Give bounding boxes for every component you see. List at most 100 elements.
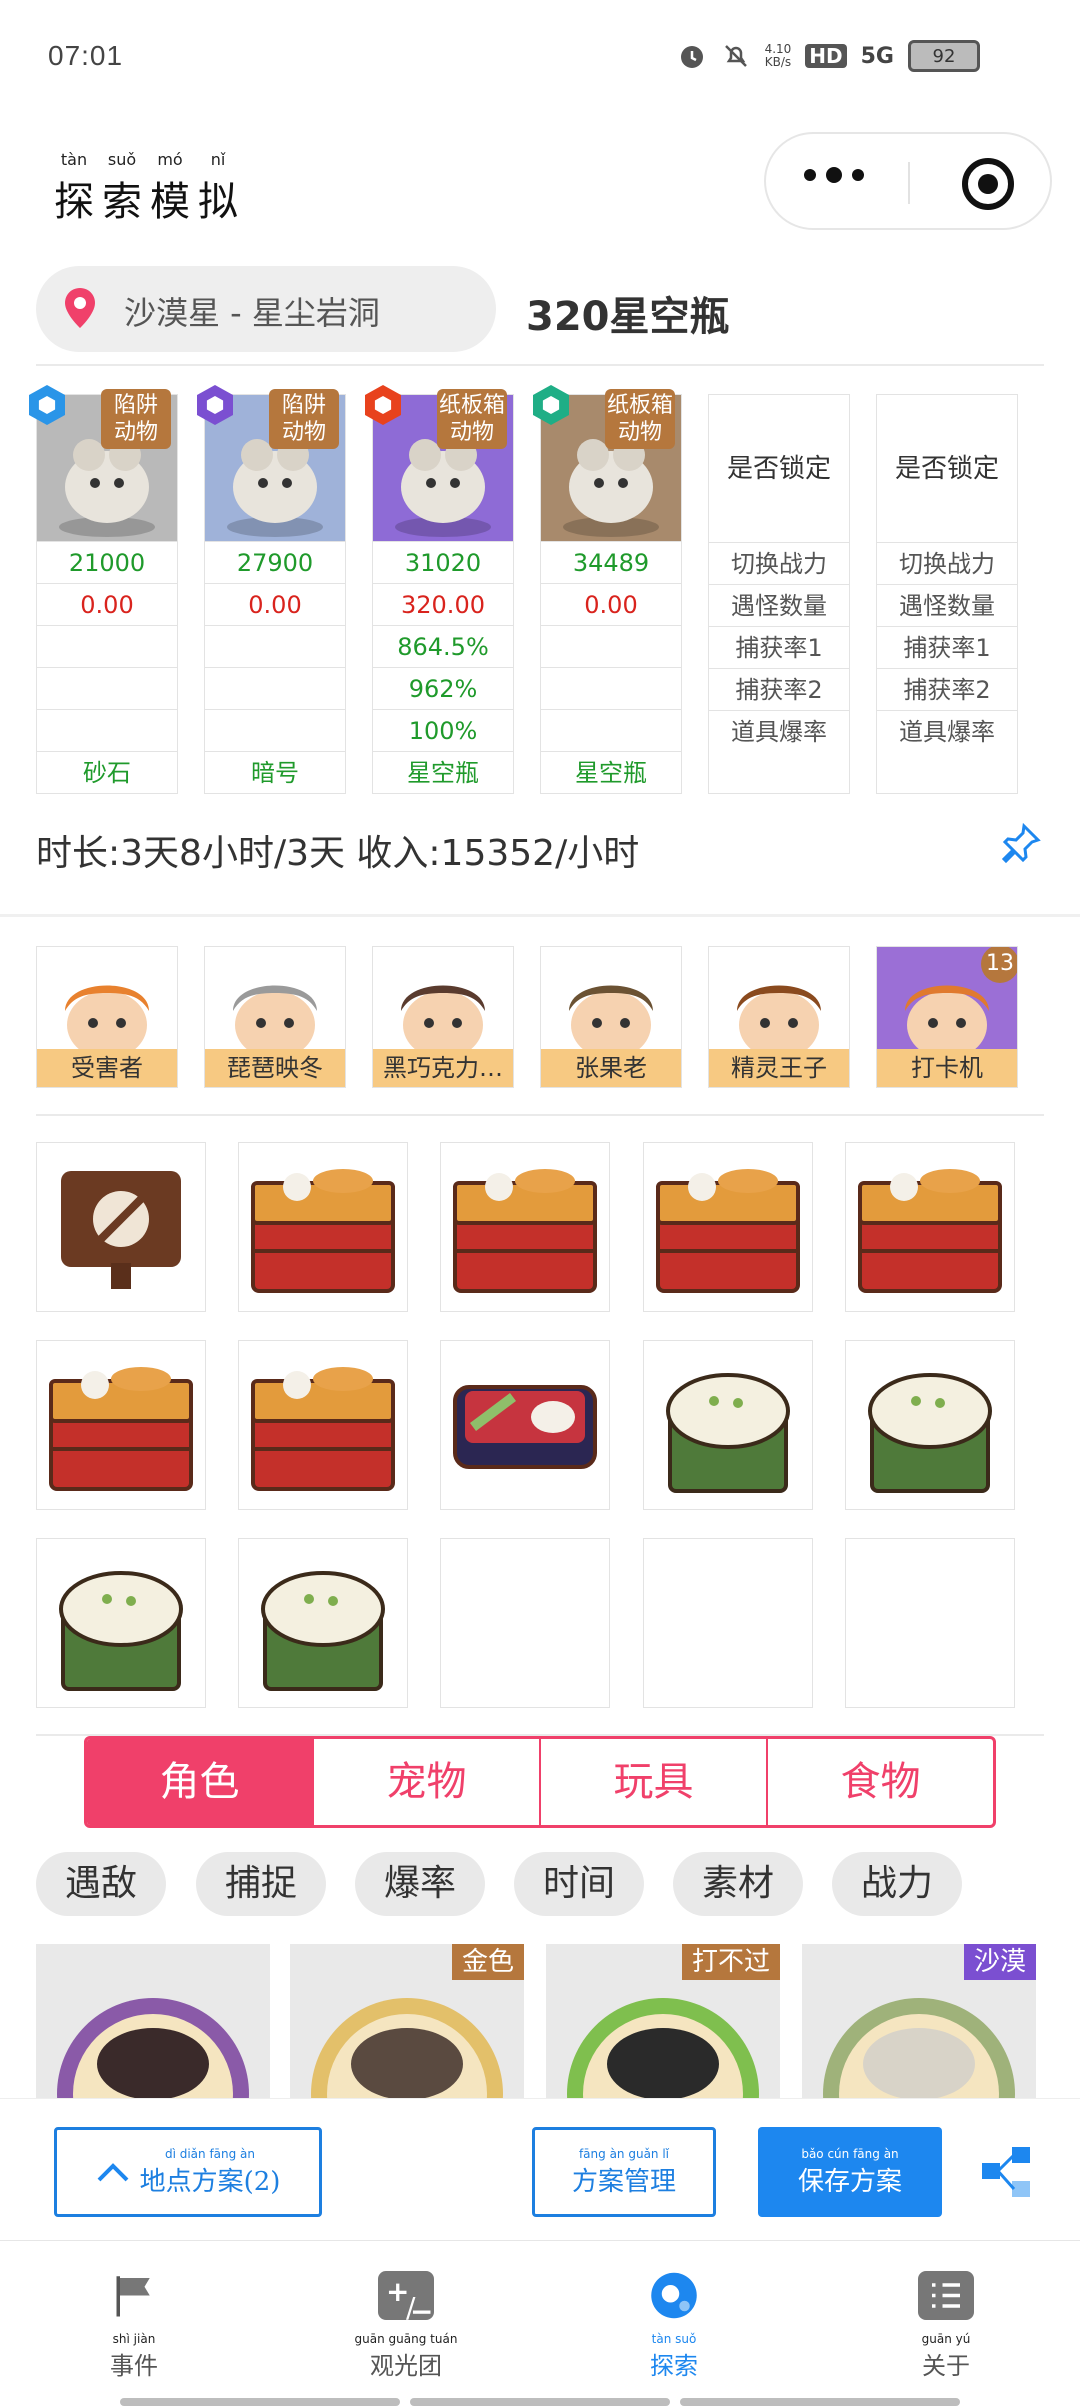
food-item-slot[interactable]	[643, 1340, 813, 1510]
food-item-slot[interactable]	[238, 1340, 408, 1510]
team-member-column[interactable]: 陷阱 动物 21000 0.00 砂石	[29, 385, 178, 794]
more-icon[interactable]	[804, 167, 864, 183]
food-item-slot[interactable]	[36, 1340, 206, 1510]
title-char: mó 模	[150, 150, 190, 225]
character-slot[interactable]: 受害者	[36, 946, 178, 1088]
power-value: 34489	[541, 541, 681, 583]
tab-food[interactable]: 食物	[766, 1739, 993, 1825]
character-name: 琵琶映冬	[205, 1049, 345, 1087]
nav-events[interactable]: shì jiàn 事件	[44, 2271, 224, 2381]
lock-title[interactable]: 是否锁定	[709, 395, 849, 543]
character-card[interactable]: 金色	[290, 1944, 524, 2104]
empty-slot[interactable]	[845, 1538, 1015, 1708]
tab-toy[interactable]: 玩具	[539, 1739, 766, 1825]
page-title: tàn 探 suǒ 索 mó 模 nǐ 拟	[54, 150, 238, 227]
nav-explore[interactable]: tàn suǒ 探索	[584, 2271, 764, 2381]
lock-option[interactable]: 遇怪数量	[709, 585, 849, 627]
capsule-divider	[908, 162, 910, 204]
character-name: 打卡机	[877, 1049, 1017, 1087]
filter-material[interactable]: 素材	[673, 1852, 803, 1916]
filter-encounter[interactable]: 遇敌	[36, 1852, 166, 1916]
character-slot[interactable]: 黑巧克力…	[372, 946, 514, 1088]
bento-icon	[858, 1169, 1002, 1293]
location-plan-button[interactable]: dì diǎn fāng àn 地点方案(2)	[54, 2127, 322, 2217]
filter-droprate[interactable]: 爆率	[355, 1852, 485, 1916]
battery-icon: 92	[908, 40, 980, 72]
lock-column[interactable]: 是否锁定 切换战力 遇怪数量 捕获率1 捕获率2 道具爆率	[708, 394, 850, 794]
food-item-slot[interactable]	[440, 1142, 610, 1312]
capture-rate-1	[205, 625, 345, 667]
filter-time[interactable]: 时间	[514, 1852, 644, 1916]
net-speed: 4.10 KB/s	[764, 42, 792, 69]
lock-title[interactable]: 是否锁定	[877, 395, 1017, 543]
lock-option[interactable]: 捕获率2	[877, 669, 1017, 711]
lock-option[interactable]: 遇怪数量	[877, 585, 1017, 627]
close-target-icon[interactable]	[962, 158, 1014, 210]
filter-capture[interactable]: 捕捉	[196, 1852, 326, 1916]
bento-box-icon	[453, 1385, 597, 1469]
no-food-icon	[61, 1171, 181, 1289]
character-card[interactable]: 打不过	[546, 1944, 780, 2104]
empty-slot[interactable]	[440, 1538, 610, 1708]
tab-pet[interactable]: 宠物	[312, 1739, 539, 1825]
lock-option[interactable]: 道具爆率	[877, 711, 1017, 753]
lock-option[interactable]: 切换战力	[877, 543, 1017, 585]
reward-label: 320星空瓶	[526, 294, 730, 340]
food-item-slot[interactable]	[36, 1538, 206, 1708]
food-item-slot[interactable]	[238, 1538, 408, 1708]
alarm-icon	[680, 46, 703, 68]
capture-rate-2	[541, 667, 681, 709]
card-tag: 沙漠	[963, 1944, 1036, 1980]
food-item-slot[interactable]	[36, 1142, 206, 1312]
save-plan-button[interactable]: bǎo cún fāng àn 保存方案	[758, 2127, 942, 2217]
character-slot[interactable]: 张果老	[540, 946, 682, 1088]
lock-option[interactable]: 捕获率2	[709, 669, 849, 711]
nav-tour-group[interactable]: + / − guān guāng tuán 观光团	[316, 2271, 496, 2381]
food-item-slot[interactable]	[845, 1340, 1015, 1510]
lock-option[interactable]: 道具爆率	[709, 711, 849, 753]
filter-power[interactable]: 战力	[832, 1852, 962, 1916]
drop-item: 星空瓶	[373, 751, 513, 793]
action-bar: dì diǎn fāng àn 地点方案(2) fāng àn guǎn lǐ 方案…	[0, 2098, 1080, 2238]
food-item-slot[interactable]	[643, 1142, 813, 1312]
title-char: suǒ 索	[102, 150, 142, 225]
character-card[interactable]	[36, 1944, 270, 2104]
lock-option[interactable]: 捕获率1	[877, 627, 1017, 669]
team-member-column[interactable]: 陷阱 动物 27900 0.00 暗号	[197, 385, 346, 794]
food-item-slot[interactable]	[238, 1142, 408, 1312]
lock-column[interactable]: 是否锁定 切换战力 遇怪数量 捕获率1 捕获率2 道具爆率	[876, 394, 1018, 794]
plan-manage-button[interactable]: fāng àn guǎn lǐ 方案管理	[532, 2127, 716, 2217]
drop-item: 星空瓶	[541, 751, 681, 793]
food-item-slot[interactable]	[845, 1142, 1015, 1312]
empty-slot[interactable]	[643, 1538, 813, 1708]
lock-option[interactable]: 切换战力	[709, 543, 849, 585]
character-avatar	[737, 985, 821, 1059]
team-member-column[interactable]: 纸板箱 动物 31020 320.00 864.5% 962% 100% 星空瓶	[365, 385, 514, 794]
character-slot[interactable]: 精灵王子	[708, 946, 850, 1088]
character-slot[interactable]: 琵琶映冬	[204, 946, 346, 1088]
character-slot[interactable]: 打卡机 13	[876, 946, 1018, 1088]
home-indicator	[120, 2398, 400, 2406]
character-avatar	[65, 985, 149, 1059]
power-value: 27900	[205, 541, 345, 583]
location-plan-label: dì diǎn fāng àn 地点方案(2)	[139, 2146, 281, 2197]
food-item-slot[interactable]	[440, 1340, 610, 1510]
character-card[interactable]: 沙漠	[802, 1944, 1036, 2104]
bento-icon	[453, 1169, 597, 1293]
damage-value: 0.00	[541, 583, 681, 625]
tab-character[interactable]: 角色	[87, 1739, 312, 1825]
drop-item: 暗号	[205, 751, 345, 793]
character-name: 受害者	[37, 1049, 177, 1087]
location-pin-icon	[65, 288, 95, 328]
location-selector[interactable]: 沙漠星 - 星尘岩洞	[36, 266, 496, 352]
plan-manage-label: fāng àn guǎn lǐ 方案管理	[571, 2146, 676, 2197]
lock-option[interactable]: 捕获率1	[709, 627, 849, 669]
team-member-column[interactable]: 纸板箱 动物 34489 0.00 星空瓶	[533, 385, 682, 794]
share-icon[interactable]	[978, 2143, 1034, 2199]
title-char: nǐ 拟	[198, 150, 238, 225]
drop-rate	[541, 709, 681, 751]
calculator-icon: + / −	[378, 2271, 434, 2328]
pin-icon[interactable]	[998, 822, 1042, 866]
nav-about[interactable]: guān yú 关于	[856, 2271, 1036, 2381]
mute-icon	[724, 45, 747, 67]
